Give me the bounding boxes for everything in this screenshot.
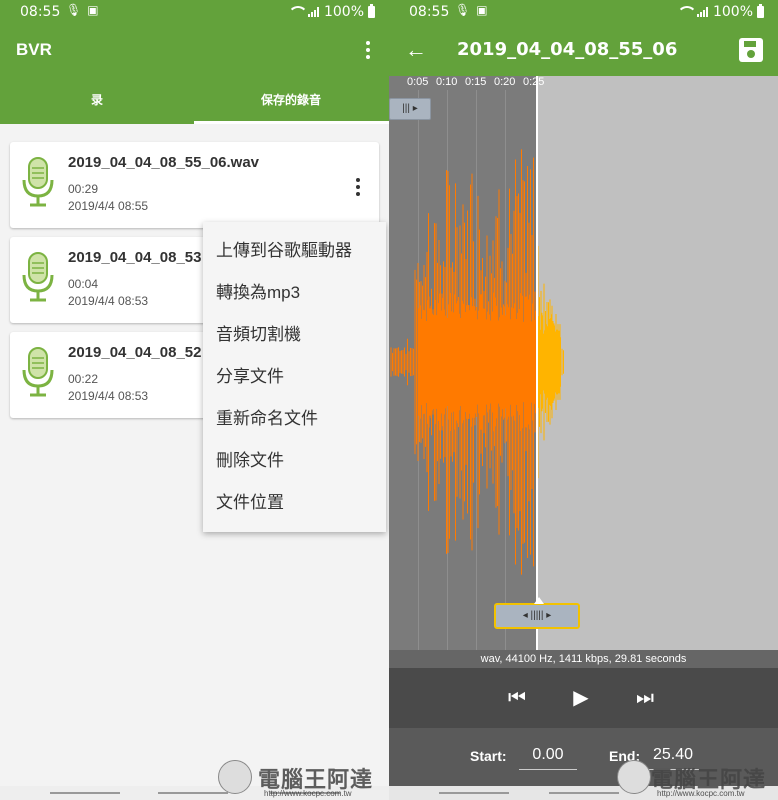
battery-percent: 100% xyxy=(323,4,364,20)
end-marker-handle[interactable]: ◂ ||||| ▸ xyxy=(494,597,580,629)
menu-convert-mp3[interactable]: 轉換為mp3 xyxy=(203,272,386,314)
start-marker-handle[interactable]: ||| ▸ xyxy=(389,98,431,120)
app-bar: BVR xyxy=(0,24,389,76)
back-arrow-icon[interactable]: ← xyxy=(405,37,427,63)
wifi-icon xyxy=(287,6,308,18)
microphone-icon xyxy=(22,252,54,302)
status-bar: 08:55 🎙▣ 100% xyxy=(389,0,778,24)
menu-share-file[interactable]: 分享文件 xyxy=(203,356,386,398)
overflow-menu-icon[interactable] xyxy=(366,41,370,62)
audio-info: wav, 44100 Hz, 1411 kbps, 29.81 seconds xyxy=(389,650,778,668)
skip-previous-icon[interactable]: ⏮ xyxy=(503,684,531,712)
app-bar: ← 2019_04_04_08_55_06 xyxy=(389,24,778,76)
watermark-url: http://www.kocpc.com.tw xyxy=(657,789,745,798)
recording-date: 2019/4/4 08:53 xyxy=(68,389,149,403)
waveform-area[interactable]: 0:05 0:10 0:15 0:20 0:25 ||| ▸ ◂ ||||| ▸ xyxy=(389,76,778,650)
status-time: 08:55 xyxy=(20,4,61,20)
recording-name: 2019_04_04_08_52 xyxy=(68,344,202,361)
watermark-mascot xyxy=(218,760,252,794)
skip-next-icon[interactable]: ⏭ xyxy=(631,684,659,712)
battery-percent: 100% xyxy=(712,4,753,20)
status-time: 08:55 xyxy=(409,4,450,20)
start-time-field[interactable]: 0.00 xyxy=(519,746,577,770)
save-icon[interactable] xyxy=(739,38,763,62)
battery-icon xyxy=(757,4,764,18)
recording-duration: 00:22 xyxy=(68,372,99,386)
battery-icon xyxy=(368,4,375,18)
signal-icon xyxy=(696,7,709,17)
status-right: 100% xyxy=(676,4,764,20)
file-title: 2019_04_04_08_55_06 xyxy=(457,39,678,60)
tab-saved-recordings[interactable]: 保存的錄音 xyxy=(194,76,388,124)
tab-record[interactable]: 录 xyxy=(0,76,194,124)
playhead[interactable] xyxy=(536,76,538,650)
recording-name: 2019_04_04_08_55_06.wav xyxy=(68,154,260,171)
audio-cutter-screen: 08:55 🎙▣ 100% ← 2019_04_04_08_55_06 0:05… xyxy=(389,0,778,800)
watermark-url: http://www.kocpc.com.tw xyxy=(264,789,352,798)
recording-name: 2019_04_04_08_53 xyxy=(68,249,202,266)
item-more-icon[interactable] xyxy=(356,178,360,199)
recording-duration: 00:04 xyxy=(68,277,99,291)
notification-icons: 🎙▣ xyxy=(66,3,105,17)
recording-date: 2019/4/4 08:53 xyxy=(68,294,149,308)
signal-icon xyxy=(307,7,320,17)
context-menu: 上傳到谷歌驅動器 轉換為mp3 音頻切割機 分享文件 重新命名文件 刪除文件 文… xyxy=(203,222,386,532)
app-title: BVR xyxy=(16,40,52,59)
recordings-screen: 08:55 🎙▣ 100% BVR 录 保存的錄音 2019_04_04_08_… xyxy=(0,0,389,800)
status-bar: 08:55 🎙▣ 100% xyxy=(0,0,389,24)
menu-rename-file[interactable]: 重新命名文件 xyxy=(203,398,386,440)
status-right: 100% xyxy=(287,4,375,20)
waveform xyxy=(390,149,564,575)
recording-duration: 00:29 xyxy=(68,182,99,196)
notification-icons: 🎙▣ xyxy=(455,3,494,17)
microphone-icon xyxy=(22,157,54,207)
tab-bar: 录 保存的錄音 xyxy=(0,76,389,124)
playback-controls: ⏮ ▶ ⏭ xyxy=(389,668,778,728)
start-label: Start: xyxy=(470,748,507,764)
microphone-icon xyxy=(22,347,54,397)
menu-audio-cutter[interactable]: 音頻切割機 xyxy=(203,314,386,356)
watermark-mascot xyxy=(617,760,651,794)
wifi-icon xyxy=(676,6,697,18)
menu-delete-file[interactable]: 刪除文件 xyxy=(203,440,386,482)
recording-date: 2019/4/4 08:55 xyxy=(68,199,149,213)
play-icon[interactable]: ▶ xyxy=(567,684,595,712)
menu-upload-drive[interactable]: 上傳到谷歌驅動器 xyxy=(203,230,386,272)
list-item[interactable]: 2019_04_04_08_55_06.wav 00:29 2019/4/4 0… xyxy=(10,142,379,228)
menu-file-location[interactable]: 文件位置 xyxy=(203,482,386,524)
